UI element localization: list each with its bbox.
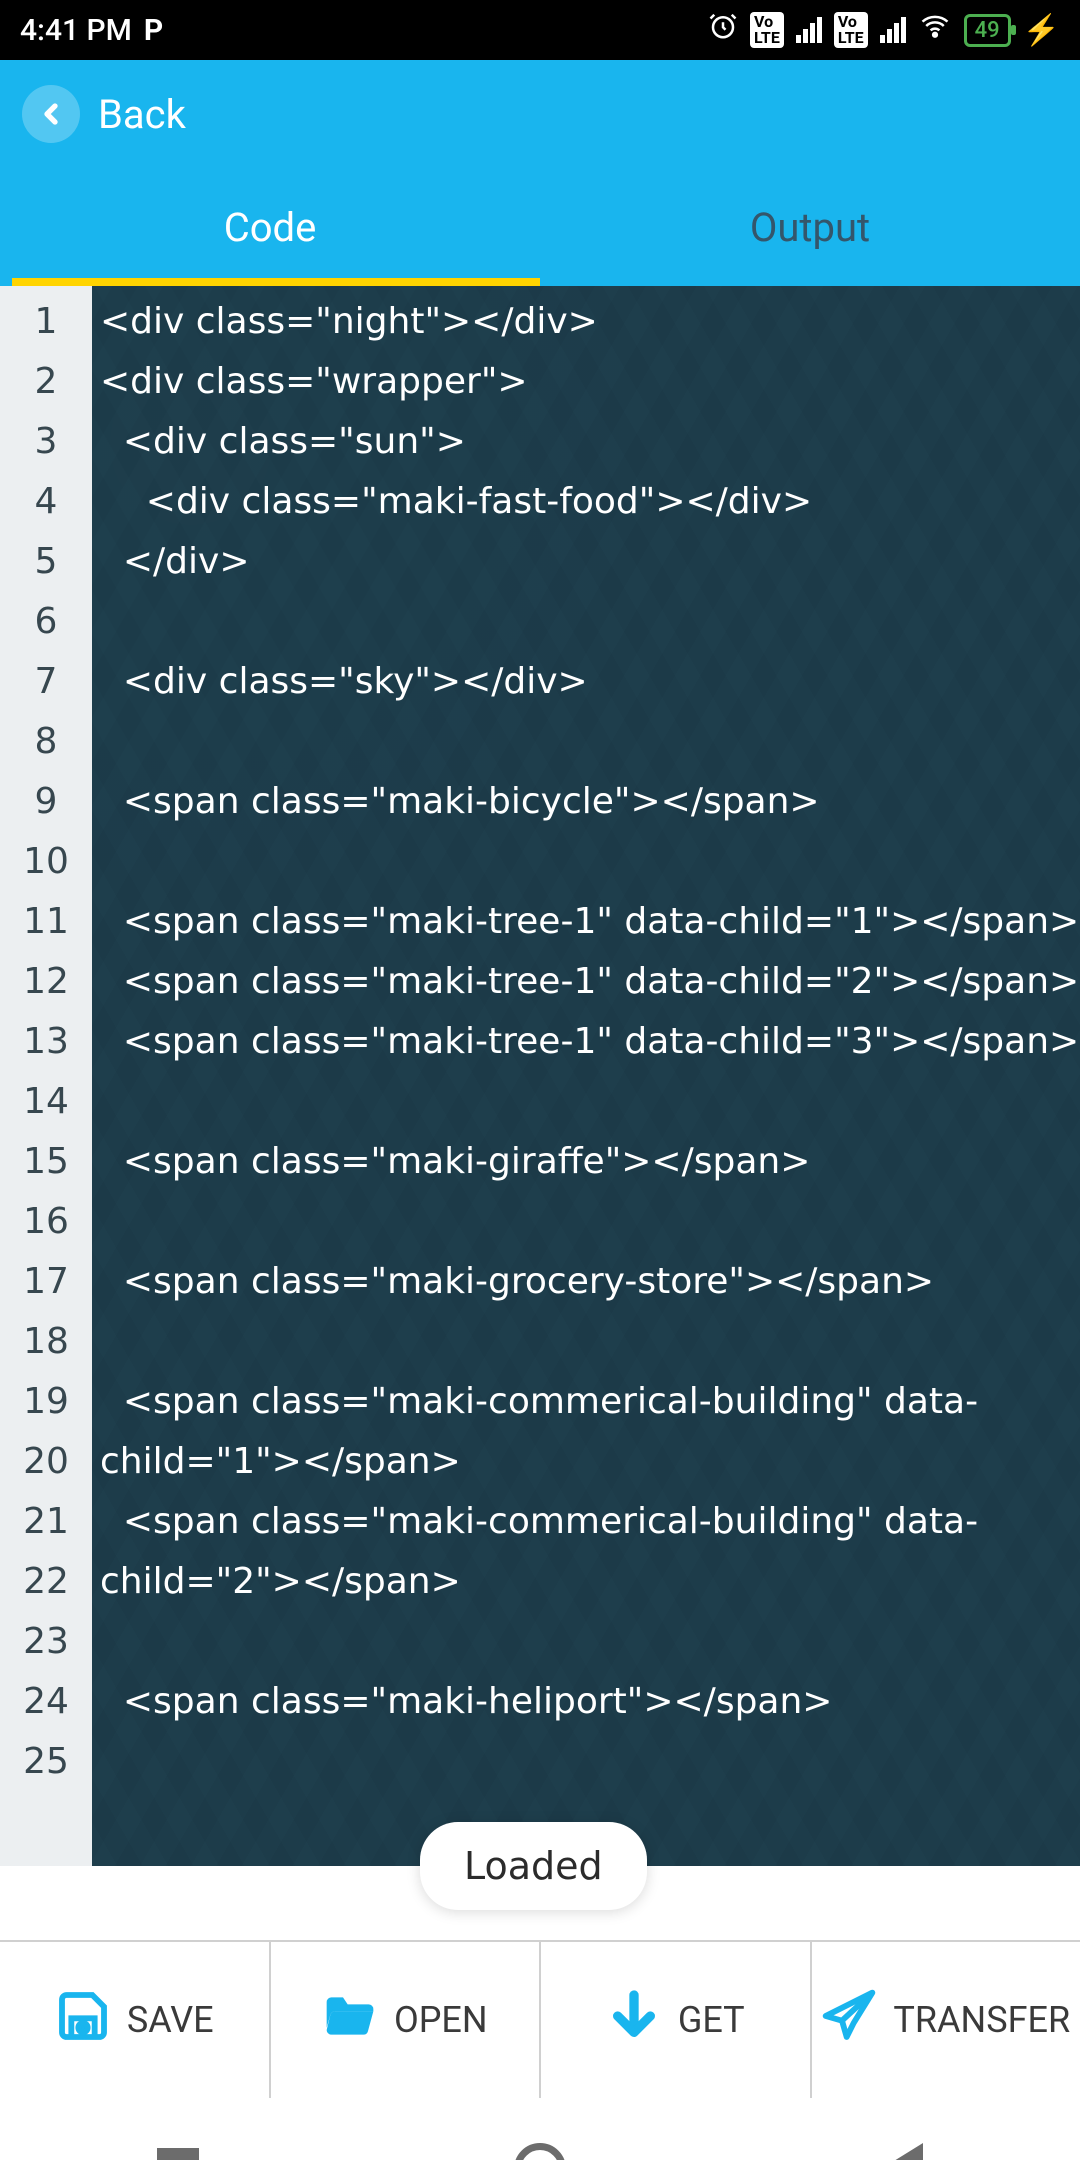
line-number: 12	[0, 952, 92, 1012]
line-number: 1	[0, 292, 92, 352]
save-label: SAVE	[127, 1999, 214, 2041]
folder-open-icon	[322, 1988, 378, 2053]
android-nav-bar	[0, 2098, 1080, 2160]
line-number: 20	[0, 1432, 92, 1492]
line-number: 15	[0, 1132, 92, 1192]
tab-output[interactable]: Output	[540, 168, 1080, 286]
line-number: 19	[0, 1372, 92, 1432]
code-content[interactable]: <div class="night"></div> <div class="wr…	[92, 286, 1080, 1866]
get-label: GET	[678, 1999, 745, 2041]
line-number: 21	[0, 1492, 92, 1552]
code-editor[interactable]: 1234567891011121314151617181920212223242…	[0, 286, 1080, 1866]
status-bar: 4:41 PM P VoLTE VoLTE 49 ⚡	[0, 0, 1080, 60]
charging-icon: ⚡	[1023, 13, 1060, 48]
line-number: 22	[0, 1552, 92, 1612]
bottom-toolbar: SAVE OPEN GET TRANSFER	[0, 1942, 1080, 2098]
back-icon	[22, 85, 80, 143]
line-number: 10	[0, 832, 92, 892]
line-gutter: 1234567891011121314151617181920212223242…	[0, 286, 92, 1866]
signal-1-icon	[796, 17, 822, 43]
back-button[interactable]: Back	[0, 60, 1080, 168]
volte-icon-2: VoLTE	[834, 12, 868, 48]
line-number: 18	[0, 1312, 92, 1372]
nav-home-icon[interactable]	[514, 2143, 566, 2160]
send-icon	[821, 1988, 877, 2053]
open-label: OPEN	[394, 1999, 488, 2041]
save-icon	[55, 1988, 111, 2053]
save-button[interactable]: SAVE	[0, 1942, 271, 2098]
transfer-button[interactable]: TRANSFER	[812, 1942, 1080, 2098]
tab-code-label: Code	[224, 204, 317, 251]
line-number: 17	[0, 1252, 92, 1312]
line-number: 7	[0, 652, 92, 712]
wifi-icon	[918, 11, 952, 49]
line-number: 14	[0, 1072, 92, 1132]
transfer-label: TRANSFER	[893, 1999, 1070, 2041]
line-number: 16	[0, 1192, 92, 1252]
line-number: 13	[0, 1012, 92, 1072]
line-number: 2	[0, 352, 92, 412]
alarm-icon	[708, 11, 738, 49]
download-icon	[606, 1988, 662, 2053]
line-number: 25	[0, 1732, 92, 1792]
app-header: Back Code Output	[0, 60, 1080, 286]
line-number: 4	[0, 472, 92, 532]
line-number: 24	[0, 1672, 92, 1732]
line-number: 23	[0, 1612, 92, 1672]
tab-output-label: Output	[750, 204, 870, 251]
line-number: 8	[0, 712, 92, 772]
line-number: 6	[0, 592, 92, 652]
nav-back-icon[interactable]	[881, 2143, 923, 2160]
line-number: 9	[0, 772, 92, 832]
tab-code[interactable]: Code	[0, 168, 540, 286]
app-indicator-icon: P	[144, 13, 163, 48]
status-time: 4:41 PM	[20, 13, 132, 48]
line-number: 11	[0, 892, 92, 952]
nav-recent-icon[interactable]	[157, 2148, 199, 2160]
line-number: 5	[0, 532, 92, 592]
line-number: 3	[0, 412, 92, 472]
back-label: Back	[98, 91, 186, 138]
signal-2-icon	[880, 17, 906, 43]
get-button[interactable]: GET	[541, 1942, 812, 2098]
volte-icon: VoLTE	[750, 12, 784, 48]
tab-indicator	[12, 278, 522, 286]
toast-loaded: Loaded	[420, 1822, 647, 1910]
battery-icon: 49	[964, 14, 1011, 47]
open-button[interactable]: OPEN	[271, 1942, 542, 2098]
